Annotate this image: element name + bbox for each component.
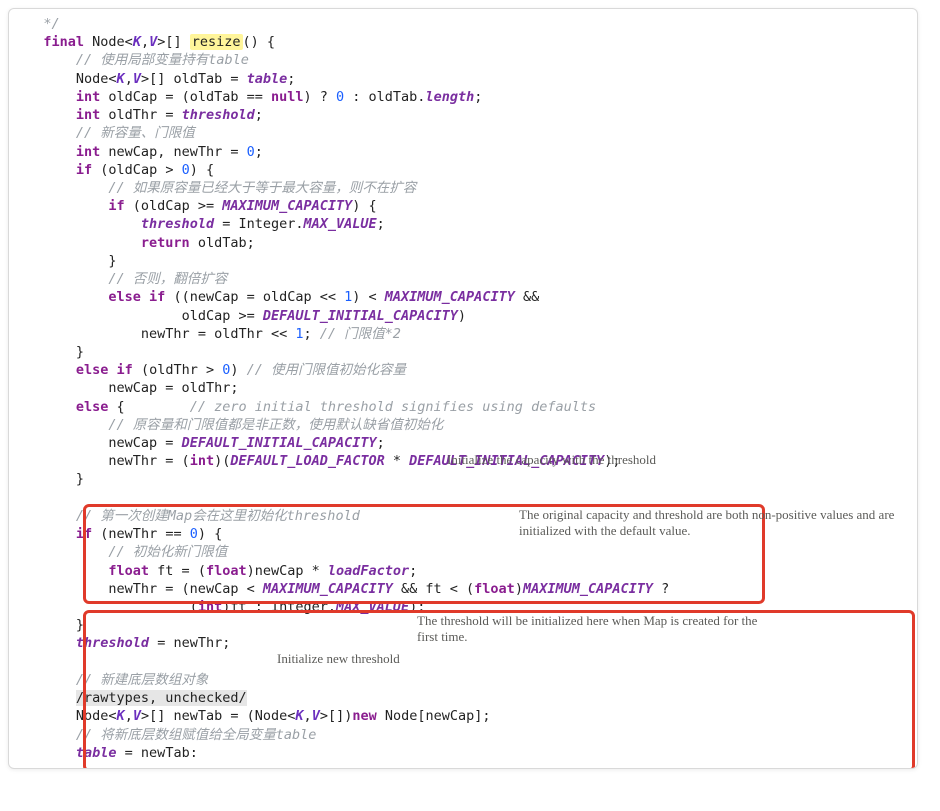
comment: // 使用局部变量持有table <box>76 52 249 68</box>
kw-final: final <box>43 34 84 50</box>
code-block: */ final Node<K,V>[] resize() { // 使用局部变… <box>19 15 911 762</box>
suppress-warnings: /rawtypes, unchecked/ <box>76 690 247 706</box>
fn-resize: resize <box>190 34 243 50</box>
code-card: */ final Node<K,V>[] resize() { // 使用局部变… <box>8 8 918 769</box>
comment-close: */ <box>43 16 59 32</box>
